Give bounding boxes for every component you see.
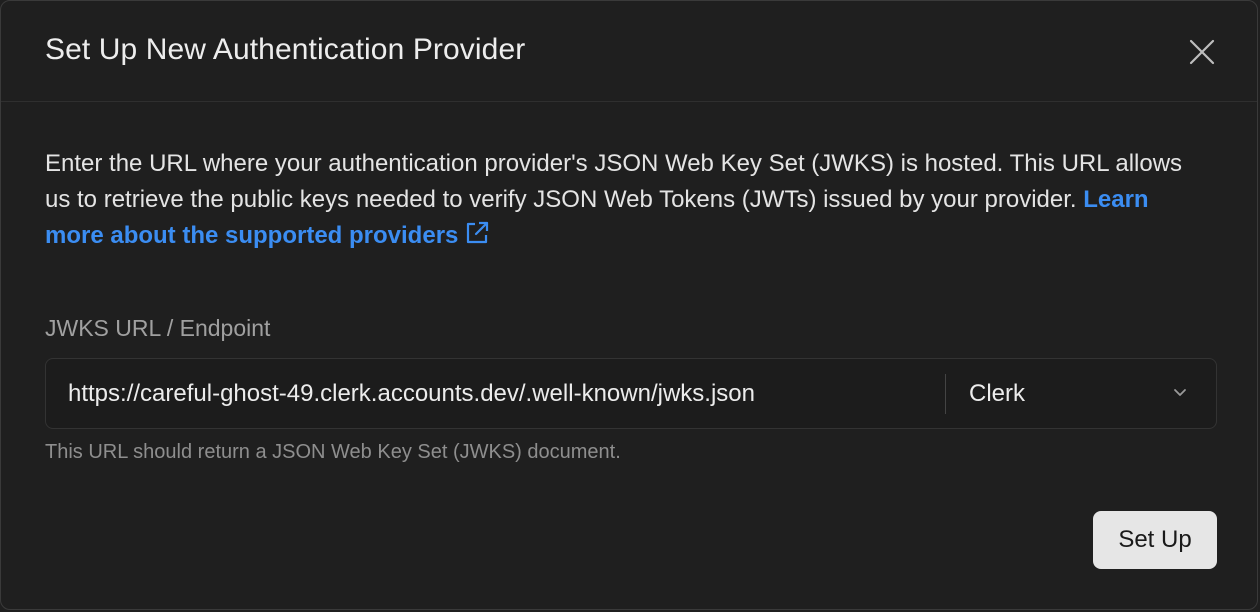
jwks-url-help-text: This URL should return a JSON Web Key Se…: [45, 441, 621, 463]
set-up-button[interactable]: Set Up: [1093, 511, 1217, 569]
dialog-header: Set Up New Authentication Provider: [1, 1, 1257, 102]
setup-auth-provider-dialog: Set Up New Authentication Provider Enter…: [0, 0, 1258, 610]
jwks-url-label: JWKS URL / Endpoint: [45, 315, 271, 341]
jwks-url-input[interactable]: [46, 359, 945, 428]
dialog-title: Set Up New Authentication Provider: [45, 33, 526, 66]
close-button[interactable]: [1185, 35, 1219, 69]
provider-select[interactable]: Clerk: [946, 359, 1216, 428]
external-link-icon: [467, 221, 489, 244]
provider-selected-value: Clerk: [969, 380, 1026, 407]
close-icon: [1189, 39, 1215, 65]
description-text: Enter the URL where your authentication …: [45, 150, 1183, 213]
dialog-description: Enter the URL where your authentication …: [45, 146, 1205, 254]
jwks-url-input-group: Clerk: [45, 358, 1217, 429]
chevron-down-icon: [1174, 389, 1186, 396]
